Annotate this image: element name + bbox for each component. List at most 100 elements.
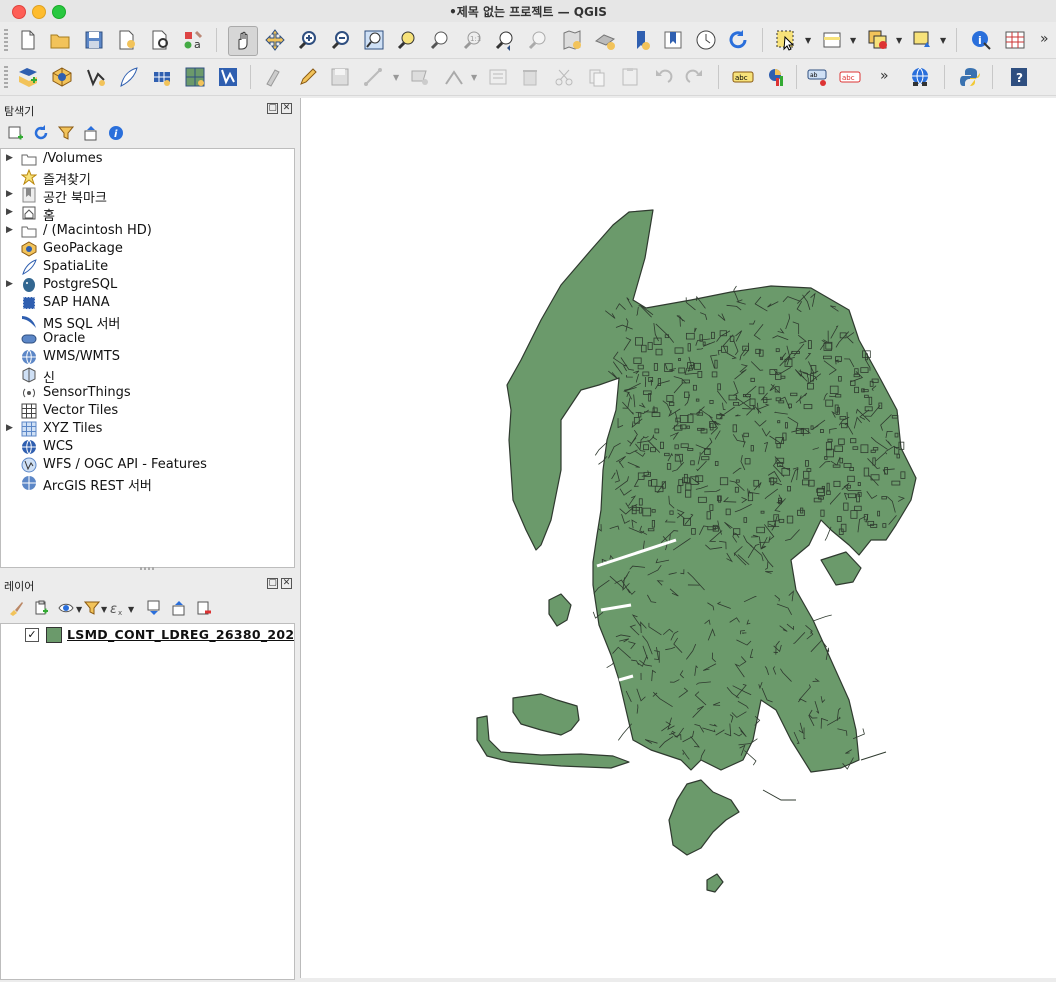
browser-item[interactable]: Vector Tiles [1, 402, 294, 420]
expand-all-icon[interactable] [146, 600, 162, 616]
toolbar-grip[interactable] [4, 66, 8, 88]
toolbar2-overflow-button[interactable]: » [880, 68, 889, 84]
pin-label-icon[interactable]: ab [804, 63, 832, 91]
info-icon[interactable]: i [108, 125, 124, 141]
panel-float-button[interactable]: ▢ [267, 103, 278, 114]
add-spatialite-icon[interactable] [114, 63, 142, 91]
expand-arrow-icon[interactable]: ▶ [6, 423, 13, 433]
delete-selected-icon[interactable] [484, 63, 512, 91]
toolbar-grip[interactable] [4, 29, 8, 51]
new-project-icon[interactable] [14, 26, 42, 54]
refresh-icon[interactable] [33, 125, 49, 141]
new-3d-view-icon[interactable] [591, 26, 619, 54]
panel-close-button[interactable]: ✕ [281, 578, 292, 589]
collapse-all-icon[interactable] [171, 600, 187, 616]
temporal-bookmark-icon[interactable] [628, 26, 656, 54]
zoom-last-icon[interactable] [492, 26, 520, 54]
undo-icon[interactable] [616, 63, 644, 91]
browser-item[interactable]: WMS/WMTS [1, 348, 294, 366]
browser-item[interactable]: ArcGIS REST 서버 [1, 474, 294, 492]
expand-arrow-icon[interactable]: ▶ [6, 279, 13, 289]
expand-arrow-icon[interactable]: ▶ [6, 153, 13, 163]
expand-arrow-icon[interactable]: ▶ [6, 225, 13, 235]
zoom-to-selection-icon[interactable] [393, 26, 421, 54]
add-selected-layers-icon[interactable] [8, 125, 24, 141]
style-manager-icon[interactable]: a [179, 26, 207, 54]
layer-symbol-swatch[interactable] [46, 627, 62, 643]
toolbar-overflow-button[interactable]: » [1040, 31, 1049, 47]
browser-item[interactable]: ▶홈 [1, 204, 294, 222]
browser-item[interactable]: 즐겨찾기 [1, 168, 294, 186]
browser-item[interactable]: ▶XYZ Tiles [1, 420, 294, 438]
zoom-full-icon[interactable] [360, 26, 388, 54]
browser-item[interactable]: WFS / OGC API - Features [1, 456, 294, 474]
digitize-icon[interactable] [260, 63, 288, 91]
filter-expression-icon[interactable]: εx [109, 600, 125, 616]
pan-to-selection-icon[interactable] [261, 26, 289, 54]
panel-float-button[interactable]: ▢ [267, 578, 278, 589]
show-bookmarks-icon[interactable] [659, 26, 687, 54]
expand-arrow-icon[interactable]: ▶ [6, 207, 13, 217]
statistics-icon[interactable] [1001, 26, 1029, 54]
identify-icon[interactable]: i [967, 26, 995, 54]
filter-legend-icon[interactable] [84, 600, 100, 616]
redo-icon[interactable] [649, 63, 677, 91]
copy-features-icon[interactable] [550, 63, 578, 91]
browser-item[interactable]: Oracle [1, 330, 294, 348]
browser-item[interactable]: GeoPackage [1, 240, 294, 258]
layer-visibility-checkbox[interactable]: ✓ [25, 628, 39, 642]
layer-styling-icon[interactable] [8, 600, 24, 616]
add-wms-icon[interactable] [181, 63, 209, 91]
add-vector-layer-icon[interactable] [14, 63, 42, 91]
vertex-tool-icon[interactable] [440, 63, 468, 91]
pan-hand-icon[interactable] [228, 26, 258, 56]
browser-item[interactable]: ▶공간 북마크 [1, 186, 294, 204]
layer-name[interactable]: LSMD_CONT_LDREG_26380_202 [67, 627, 294, 642]
diagram-icon[interactable] [763, 63, 791, 91]
temporal-controller-icon[interactable] [692, 26, 720, 54]
help-icon[interactable]: ? [1005, 63, 1033, 91]
map-canvas[interactable] [300, 98, 1056, 978]
project-properties-icon[interactable] [146, 26, 174, 54]
redo-arrow-icon[interactable] [681, 63, 709, 91]
browser-item[interactable]: ▶/ (Macintosh HD) [1, 222, 294, 240]
label-highlight-icon[interactable]: abc [836, 63, 864, 91]
collapse-all-icon[interactable] [83, 125, 99, 141]
zoom-in-icon[interactable] [294, 26, 322, 54]
layer-row[interactable]: ✓ LSMD_CONT_LDREG_26380_202 [1, 625, 294, 645]
select-by-location-icon[interactable] [864, 26, 892, 54]
panel-close-button[interactable]: ✕ [281, 103, 292, 114]
attribute-table-icon[interactable] [818, 26, 846, 54]
browser-item[interactable]: MS SQL 서버 [1, 312, 294, 330]
zoom-next-icon[interactable] [525, 26, 553, 54]
browser-item[interactable]: SAP HANA [1, 294, 294, 312]
browser-item[interactable]: WCS [1, 438, 294, 456]
browser-item[interactable]: 신 [1, 366, 294, 384]
browser-item[interactable]: SpatiaLite [1, 258, 294, 276]
manage-visibility-icon[interactable] [58, 600, 74, 616]
select-feature-icon[interactable] [772, 26, 800, 54]
expand-arrow-icon[interactable]: ▶ [6, 189, 13, 199]
globe-plugin-icon[interactable] [906, 63, 934, 91]
deselect-icon[interactable] [908, 26, 936, 54]
open-project-icon[interactable] [46, 26, 74, 54]
new-map-view-icon[interactable] [558, 26, 586, 54]
browser-tree[interactable]: ▶/Volumes즐겨찾기▶공간 북마크▶홈▶/ (Macintosh HD)G… [0, 148, 295, 568]
paste-features-icon[interactable] [583, 63, 611, 91]
refresh-icon[interactable] [724, 26, 752, 54]
add-mesh-icon[interactable] [148, 63, 176, 91]
add-geopackage-icon[interactable] [48, 63, 76, 91]
filter-icon[interactable] [58, 125, 74, 141]
layers-tree[interactable]: ✓ LSMD_CONT_LDREG_26380_202 [0, 623, 295, 980]
label-abc-icon[interactable]: abc [729, 63, 757, 91]
splitter-handle[interactable] [140, 567, 156, 570]
save-edits-icon[interactable] [326, 63, 354, 91]
add-group-icon[interactable] [33, 600, 49, 616]
add-wfs-layer-icon[interactable] [82, 63, 110, 91]
python-console-icon[interactable] [956, 63, 984, 91]
save-project-icon[interactable] [80, 26, 108, 54]
browser-item[interactable]: ▶/Volumes [1, 150, 294, 168]
add-wcs-icon[interactable] [214, 63, 242, 91]
zoom-native-icon[interactable]: 1:1 [459, 26, 487, 54]
save-as-icon[interactable] [113, 26, 141, 54]
